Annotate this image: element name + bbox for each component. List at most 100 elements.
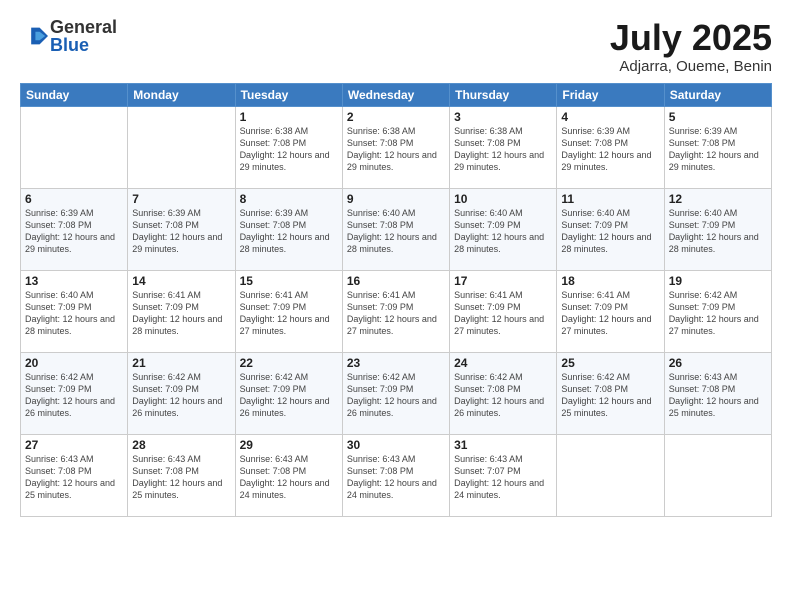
day-info: Sunrise: 6:41 AM Sunset: 7:09 PM Dayligh… — [454, 289, 552, 338]
week-row-3: 13Sunrise: 6:40 AM Sunset: 7:09 PM Dayli… — [21, 270, 772, 352]
day-cell: 2Sunrise: 6:38 AM Sunset: 7:08 PM Daylig… — [342, 106, 449, 188]
day-info: Sunrise: 6:41 AM Sunset: 7:09 PM Dayligh… — [347, 289, 445, 338]
day-number: 24 — [454, 356, 552, 370]
day-info: Sunrise: 6:38 AM Sunset: 7:08 PM Dayligh… — [240, 125, 338, 174]
day-info: Sunrise: 6:40 AM Sunset: 7:09 PM Dayligh… — [25, 289, 123, 338]
day-cell: 25Sunrise: 6:42 AM Sunset: 7:08 PM Dayli… — [557, 352, 664, 434]
col-saturday: Saturday — [664, 83, 771, 106]
col-sunday: Sunday — [21, 83, 128, 106]
day-number: 11 — [561, 192, 659, 206]
calendar: Sunday Monday Tuesday Wednesday Thursday… — [20, 83, 772, 517]
day-cell — [557, 434, 664, 516]
day-number: 31 — [454, 438, 552, 452]
day-number: 25 — [561, 356, 659, 370]
week-row-4: 20Sunrise: 6:42 AM Sunset: 7:09 PM Dayli… — [21, 352, 772, 434]
day-cell — [128, 106, 235, 188]
day-info: Sunrise: 6:39 AM Sunset: 7:08 PM Dayligh… — [132, 207, 230, 256]
day-info: Sunrise: 6:43 AM Sunset: 7:08 PM Dayligh… — [347, 453, 445, 502]
title-block: July 2025 Adjarra, Oueme, Benin — [610, 18, 772, 75]
day-info: Sunrise: 6:38 AM Sunset: 7:08 PM Dayligh… — [454, 125, 552, 174]
day-number: 19 — [669, 274, 767, 288]
day-info: Sunrise: 6:43 AM Sunset: 7:07 PM Dayligh… — [454, 453, 552, 502]
day-cell: 19Sunrise: 6:42 AM Sunset: 7:09 PM Dayli… — [664, 270, 771, 352]
week-row-5: 27Sunrise: 6:43 AM Sunset: 7:08 PM Dayli… — [21, 434, 772, 516]
day-info: Sunrise: 6:42 AM Sunset: 7:08 PM Dayligh… — [454, 371, 552, 420]
day-info: Sunrise: 6:43 AM Sunset: 7:08 PM Dayligh… — [132, 453, 230, 502]
day-cell: 30Sunrise: 6:43 AM Sunset: 7:08 PM Dayli… — [342, 434, 449, 516]
month-title: July 2025 — [610, 18, 772, 58]
day-cell: 4Sunrise: 6:39 AM Sunset: 7:08 PM Daylig… — [557, 106, 664, 188]
calendar-body: 1Sunrise: 6:38 AM Sunset: 7:08 PM Daylig… — [21, 106, 772, 516]
day-info: Sunrise: 6:40 AM Sunset: 7:09 PM Dayligh… — [669, 207, 767, 256]
week-row-2: 6 Sunrise: 6:39 AM Sunset: 7:08 PM Daylig… — [21, 188, 772, 270]
day-cell: 14Sunrise: 6:41 AM Sunset: 7:09 PM Dayli… — [128, 270, 235, 352]
day-info: Sunrise: 6:41 AM Sunset: 7:09 PM Dayligh… — [561, 289, 659, 338]
day-cell: 16Sunrise: 6:41 AM Sunset: 7:09 PM Dayli… — [342, 270, 449, 352]
day-cell: 23Sunrise: 6:42 AM Sunset: 7:09 PM Dayli… — [342, 352, 449, 434]
day-number: 12 — [669, 192, 767, 206]
week-row-1: 1Sunrise: 6:38 AM Sunset: 7:08 PM Daylig… — [21, 106, 772, 188]
day-info: Sunrise: 6:41 AM Sunset: 7:09 PM Dayligh… — [132, 289, 230, 338]
day-number: 26 — [669, 356, 767, 370]
day-cell — [664, 434, 771, 516]
day-cell: 5Sunrise: 6:39 AM Sunset: 7:08 PM Daylig… — [664, 106, 771, 188]
day-info: Sunrise: 6:42 AM Sunset: 7:09 PM Dayligh… — [25, 371, 123, 420]
day-number: 14 — [132, 274, 230, 288]
col-monday: Monday — [128, 83, 235, 106]
day-cell: 24Sunrise: 6:42 AM Sunset: 7:08 PM Dayli… — [450, 352, 557, 434]
location: Adjarra, Oueme, Benin — [610, 58, 772, 75]
day-info: Sunrise: 6:39 AM Sunset: 7:08 PM Dayligh… — [669, 125, 767, 174]
day-cell: 13Sunrise: 6:40 AM Sunset: 7:09 PM Dayli… — [21, 270, 128, 352]
day-number: 16 — [347, 274, 445, 288]
day-number: 27 — [25, 438, 123, 452]
page: General Blue July 2025 Adjarra, Oueme, B… — [0, 0, 792, 612]
day-cell: 20Sunrise: 6:42 AM Sunset: 7:09 PM Dayli… — [21, 352, 128, 434]
day-number: 17 — [454, 274, 552, 288]
logo-blue: Blue — [50, 36, 117, 54]
day-cell: 28Sunrise: 6:43 AM Sunset: 7:08 PM Dayli… — [128, 434, 235, 516]
day-info: Sunrise: 6:40 AM Sunset: 7:08 PM Dayligh… — [347, 207, 445, 256]
day-cell: 9Sunrise: 6:40 AM Sunset: 7:08 PM Daylig… — [342, 188, 449, 270]
day-number: 10 — [454, 192, 552, 206]
day-number: 13 — [25, 274, 123, 288]
day-cell: 17Sunrise: 6:41 AM Sunset: 7:09 PM Dayli… — [450, 270, 557, 352]
day-cell: 27Sunrise: 6:43 AM Sunset: 7:08 PM Dayli… — [21, 434, 128, 516]
header: General Blue July 2025 Adjarra, Oueme, B… — [20, 18, 772, 75]
day-number: 5 — [669, 110, 767, 124]
day-number: 2 — [347, 110, 445, 124]
day-number: 22 — [240, 356, 338, 370]
header-row: Sunday Monday Tuesday Wednesday Thursday… — [21, 83, 772, 106]
col-friday: Friday — [557, 83, 664, 106]
day-cell: 29Sunrise: 6:43 AM Sunset: 7:08 PM Dayli… — [235, 434, 342, 516]
day-cell: 22Sunrise: 6:42 AM Sunset: 7:09 PM Dayli… — [235, 352, 342, 434]
day-cell: 3Sunrise: 6:38 AM Sunset: 7:08 PM Daylig… — [450, 106, 557, 188]
day-info: Sunrise: 6:40 AM Sunset: 7:09 PM Dayligh… — [561, 207, 659, 256]
calendar-header: Sunday Monday Tuesday Wednesday Thursday… — [21, 83, 772, 106]
day-number: 6 — [25, 192, 123, 206]
day-number: 7 — [132, 192, 230, 206]
day-cell: 21Sunrise: 6:42 AM Sunset: 7:09 PM Dayli… — [128, 352, 235, 434]
day-number: 29 — [240, 438, 338, 452]
day-number: 9 — [347, 192, 445, 206]
day-number: 1 — [240, 110, 338, 124]
day-cell: 8Sunrise: 6:39 AM Sunset: 7:08 PM Daylig… — [235, 188, 342, 270]
day-cell: 7Sunrise: 6:39 AM Sunset: 7:08 PM Daylig… — [128, 188, 235, 270]
day-info: Sunrise: 6:38 AM Sunset: 7:08 PM Dayligh… — [347, 125, 445, 174]
day-cell: 6Sunrise: 6:39 AM Sunset: 7:08 PM Daylig… — [21, 188, 128, 270]
day-info: Sunrise: 6:43 AM Sunset: 7:08 PM Dayligh… — [25, 453, 123, 502]
day-info: Sunrise: 6:40 AM Sunset: 7:09 PM Dayligh… — [454, 207, 552, 256]
day-number: 8 — [240, 192, 338, 206]
day-info: Sunrise: 6:41 AM Sunset: 7:09 PM Dayligh… — [240, 289, 338, 338]
day-cell: 18Sunrise: 6:41 AM Sunset: 7:09 PM Dayli… — [557, 270, 664, 352]
logo: General Blue — [20, 18, 117, 54]
day-cell: 15Sunrise: 6:41 AM Sunset: 7:09 PM Dayli… — [235, 270, 342, 352]
col-wednesday: Wednesday — [342, 83, 449, 106]
day-cell: 31Sunrise: 6:43 AM Sunset: 7:07 PM Dayli… — [450, 434, 557, 516]
day-number: 15 — [240, 274, 338, 288]
day-info: Sunrise: 6:42 AM Sunset: 7:09 PM Dayligh… — [669, 289, 767, 338]
day-number: 4 — [561, 110, 659, 124]
day-number: 3 — [454, 110, 552, 124]
day-number: 28 — [132, 438, 230, 452]
day-number: 23 — [347, 356, 445, 370]
day-info: Sunrise: 6:43 AM Sunset: 7:08 PM Dayligh… — [240, 453, 338, 502]
